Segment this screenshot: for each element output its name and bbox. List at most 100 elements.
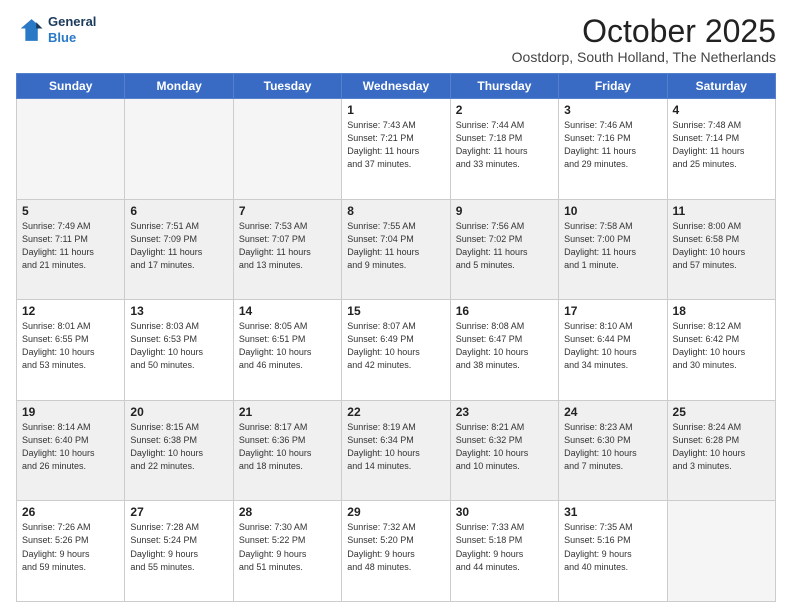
calendar-cell	[667, 501, 775, 602]
logo-line2: Blue	[48, 30, 96, 46]
day-info: Sunrise: 7:48 AM Sunset: 7:14 PM Dayligh…	[673, 119, 770, 171]
day-number: 13	[130, 304, 227, 318]
day-info: Sunrise: 7:30 AM Sunset: 5:22 PM Dayligh…	[239, 521, 336, 573]
calendar-cell: 3 Sunrise: 7:46 AM Sunset: 7:16 PM Daylig…	[559, 99, 667, 200]
day-info: Sunrise: 7:26 AM Sunset: 5:26 PM Dayligh…	[22, 521, 119, 573]
calendar-cell: 7Sunrise: 7:53 AM Sunset: 7:07 PM Daylig…	[233, 199, 341, 300]
day-header-friday: Friday	[559, 74, 667, 99]
day-info: Sunrise: 8:21 AM Sunset: 6:32 PM Dayligh…	[456, 421, 553, 473]
day-number: 10	[564, 204, 661, 218]
calendar-cell: 29 Sunrise: 7:32 AM Sunset: 5:20 PM Dayli…	[342, 501, 450, 602]
day-info: Sunrise: 8:00 AM Sunset: 6:58 PM Dayligh…	[673, 220, 770, 272]
calendar-cell: 19Sunrise: 8:14 AM Sunset: 6:40 PM Dayli…	[17, 400, 125, 501]
day-info: Sunrise: 8:07 AM Sunset: 6:49 PM Dayligh…	[347, 320, 444, 372]
day-number: 16	[456, 304, 553, 318]
day-number: 31	[564, 505, 661, 519]
calendar-cell: 5 Sunrise: 7:49 AM Sunset: 7:11 PM Daylig…	[17, 199, 125, 300]
day-number: 20	[130, 405, 227, 419]
header: General Blue October 2025 Oostdorp, Sout…	[16, 14, 776, 65]
day-info: Sunrise: 7:49 AM Sunset: 7:11 PM Dayligh…	[22, 220, 119, 272]
day-info: Sunrise: 7:44 AM Sunset: 7:18 PM Dayligh…	[456, 119, 553, 171]
day-number: 22	[347, 405, 444, 419]
day-number: 17	[564, 304, 661, 318]
day-info: Sunrise: 7:46 AM Sunset: 7:16 PM Dayligh…	[564, 119, 661, 171]
calendar-week-0: 1Sunrise: 7:43 AM Sunset: 7:21 PM Daylig…	[17, 99, 776, 200]
calendar-cell: 4 Sunrise: 7:48 AM Sunset: 7:14 PM Daylig…	[667, 99, 775, 200]
title-block: October 2025 Oostdorp, South Holland, Th…	[512, 14, 776, 65]
calendar-cell: 28 Sunrise: 7:30 AM Sunset: 5:22 PM Dayli…	[233, 501, 341, 602]
day-number: 26	[22, 505, 119, 519]
day-info: Sunrise: 7:55 AM Sunset: 7:04 PM Dayligh…	[347, 220, 444, 272]
day-number: 6	[130, 204, 227, 218]
calendar-cell: 30 Sunrise: 7:33 AM Sunset: 5:18 PM Dayli…	[450, 501, 558, 602]
calendar-table: SundayMondayTuesdayWednesdayThursdayFrid…	[16, 73, 776, 602]
day-info: Sunrise: 7:35 AM Sunset: 5:16 PM Dayligh…	[564, 521, 661, 573]
day-number: 30	[456, 505, 553, 519]
logo-line1: General	[48, 14, 96, 30]
calendar-cell: 24 Sunrise: 8:23 AM Sunset: 6:30 PM Dayli…	[559, 400, 667, 501]
calendar-cell: 25Sunrise: 8:24 AM Sunset: 6:28 PM Dayli…	[667, 400, 775, 501]
calendar-cell: 31 Sunrise: 7:35 AM Sunset: 5:16 PM Dayli…	[559, 501, 667, 602]
calendar-cell: 16 Sunrise: 8:08 AM Sunset: 6:47 PM Dayli…	[450, 300, 558, 401]
day-number: 29	[347, 505, 444, 519]
calendar-cell: 2 Sunrise: 7:44 AM Sunset: 7:18 PM Daylig…	[450, 99, 558, 200]
day-info: Sunrise: 7:33 AM Sunset: 5:18 PM Dayligh…	[456, 521, 553, 573]
day-header-saturday: Saturday	[667, 74, 775, 99]
page: General Blue October 2025 Oostdorp, Sout…	[0, 0, 792, 612]
day-number: 14	[239, 304, 336, 318]
calendar-cell: 18Sunrise: 8:12 AM Sunset: 6:42 PM Dayli…	[667, 300, 775, 401]
day-number: 1	[347, 103, 444, 117]
day-number: 12	[22, 304, 119, 318]
day-info: Sunrise: 7:56 AM Sunset: 7:02 PM Dayligh…	[456, 220, 553, 272]
logo: General Blue	[16, 14, 96, 45]
month-title: October 2025	[512, 14, 776, 49]
calendar-cell: 23 Sunrise: 8:21 AM Sunset: 6:32 PM Dayli…	[450, 400, 558, 501]
day-info: Sunrise: 8:08 AM Sunset: 6:47 PM Dayligh…	[456, 320, 553, 372]
day-number: 15	[347, 304, 444, 318]
location: Oostdorp, South Holland, The Netherlands	[512, 49, 776, 65]
calendar-cell: 10Sunrise: 7:58 AM Sunset: 7:00 PM Dayli…	[559, 199, 667, 300]
calendar-cell	[233, 99, 341, 200]
calendar-cell: 27Sunrise: 7:28 AM Sunset: 5:24 PM Dayli…	[125, 501, 233, 602]
day-info: Sunrise: 7:51 AM Sunset: 7:09 PM Dayligh…	[130, 220, 227, 272]
day-info: Sunrise: 8:03 AM Sunset: 6:53 PM Dayligh…	[130, 320, 227, 372]
day-number: 24	[564, 405, 661, 419]
calendar-cell: 8Sunrise: 7:55 AM Sunset: 7:04 PM Daylig…	[342, 199, 450, 300]
calendar-cell: 1Sunrise: 7:43 AM Sunset: 7:21 PM Daylig…	[342, 99, 450, 200]
calendar-cell: 21Sunrise: 8:17 AM Sunset: 6:36 PM Dayli…	[233, 400, 341, 501]
day-number: 19	[22, 405, 119, 419]
calendar-cell	[17, 99, 125, 200]
day-info: Sunrise: 8:12 AM Sunset: 6:42 PM Dayligh…	[673, 320, 770, 372]
calendar-cell: 15 Sunrise: 8:07 AM Sunset: 6:49 PM Dayli…	[342, 300, 450, 401]
calendar-cell: 12Sunrise: 8:01 AM Sunset: 6:55 PM Dayli…	[17, 300, 125, 401]
day-header-sunday: Sunday	[17, 74, 125, 99]
day-header-monday: Monday	[125, 74, 233, 99]
day-number: 21	[239, 405, 336, 419]
calendar-cell: 20Sunrise: 8:15 AM Sunset: 6:38 PM Dayli…	[125, 400, 233, 501]
day-info: Sunrise: 8:10 AM Sunset: 6:44 PM Dayligh…	[564, 320, 661, 372]
calendar-cell: 13 Sunrise: 8:03 AM Sunset: 6:53 PM Dayli…	[125, 300, 233, 401]
day-number: 4	[673, 103, 770, 117]
calendar-cell	[125, 99, 233, 200]
calendar-cell: 14Sunrise: 8:05 AM Sunset: 6:51 PM Dayli…	[233, 300, 341, 401]
logo-icon	[16, 16, 44, 44]
calendar-cell: 6 Sunrise: 7:51 AM Sunset: 7:09 PM Daylig…	[125, 199, 233, 300]
day-number: 28	[239, 505, 336, 519]
day-number: 23	[456, 405, 553, 419]
day-number: 2	[456, 103, 553, 117]
calendar-week-4: 26 Sunrise: 7:26 AM Sunset: 5:26 PM Dayli…	[17, 501, 776, 602]
day-number: 5	[22, 204, 119, 218]
day-number: 9	[456, 204, 553, 218]
day-header-wednesday: Wednesday	[342, 74, 450, 99]
calendar-cell: 17 Sunrise: 8:10 AM Sunset: 6:44 PM Dayli…	[559, 300, 667, 401]
day-info: Sunrise: 8:23 AM Sunset: 6:30 PM Dayligh…	[564, 421, 661, 473]
day-header-thursday: Thursday	[450, 74, 558, 99]
day-number: 7	[239, 204, 336, 218]
calendar-cell: 26 Sunrise: 7:26 AM Sunset: 5:26 PM Dayli…	[17, 501, 125, 602]
calendar-week-3: 19Sunrise: 8:14 AM Sunset: 6:40 PM Dayli…	[17, 400, 776, 501]
logo-text: General Blue	[48, 14, 96, 45]
day-number: 3	[564, 103, 661, 117]
calendar-week-1: 5 Sunrise: 7:49 AM Sunset: 7:11 PM Daylig…	[17, 199, 776, 300]
day-number: 25	[673, 405, 770, 419]
day-info: Sunrise: 7:32 AM Sunset: 5:20 PM Dayligh…	[347, 521, 444, 573]
